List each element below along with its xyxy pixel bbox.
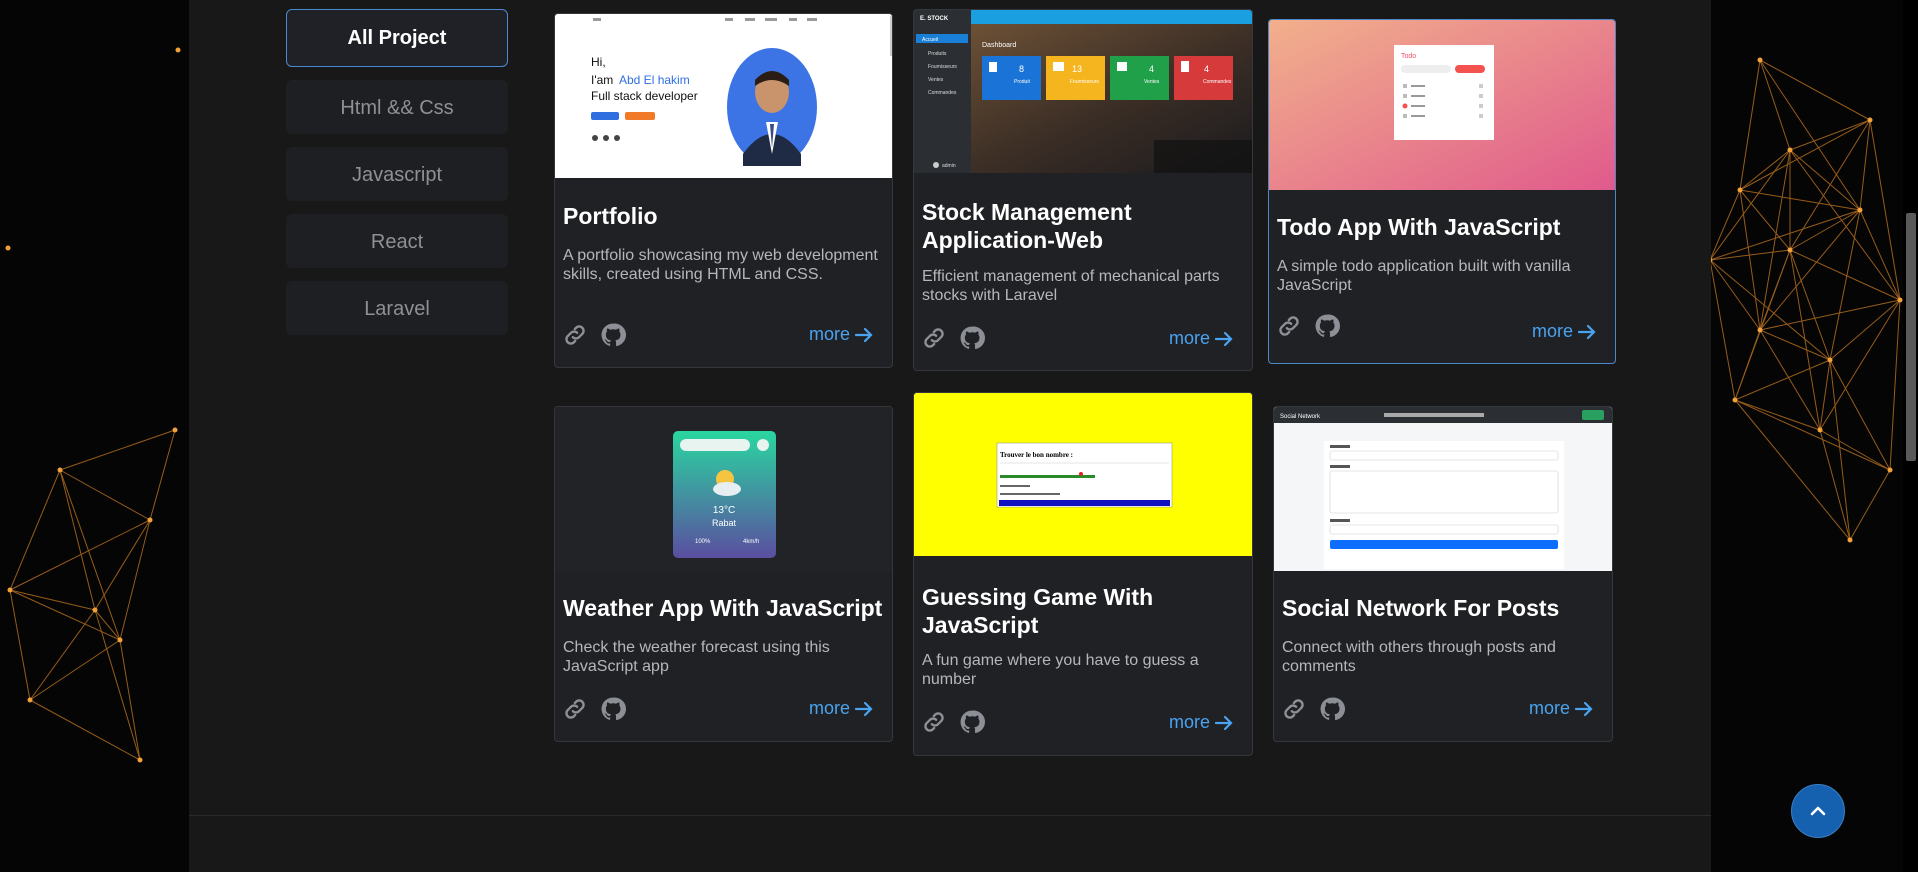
more-label: more (1528, 698, 1570, 718)
project-title: Weather App With JavaScript (563, 595, 883, 621)
github-icon[interactable] (1319, 696, 1345, 722)
link-icon[interactable] (562, 322, 588, 348)
guess-heading: Trouver le bon nombre : (1000, 451, 1073, 459)
social-brand: Social Network (1280, 414, 1321, 420)
svg-text:admin: admin (942, 163, 956, 169)
weather-temp: 13°C (713, 505, 735, 516)
scrollbar-thumb[interactable] (1906, 213, 1916, 461)
arrow-right-icon (854, 701, 873, 716)
link-icon[interactable] (562, 696, 588, 722)
project-filters: All Project Html && Css Javascript React… (286, 9, 508, 348)
arrow-right-icon (854, 327, 873, 342)
todo-heading: Todo (1401, 53, 1416, 60)
project-links (562, 322, 626, 348)
more-link[interactable]: more (1169, 328, 1234, 349)
section-divider (189, 815, 1711, 816)
svg-text:8: 8 (1019, 64, 1024, 74)
project-links (921, 709, 985, 735)
svg-text:Commandes: Commandes (928, 90, 957, 96)
more-link[interactable]: more (809, 698, 874, 719)
project-description: Efficient management of mechanical parts… (922, 268, 1220, 304)
link-icon[interactable] (921, 325, 947, 351)
project-title: Todo App With JavaScript (1277, 214, 1561, 240)
svg-text:4: 4 (1149, 64, 1154, 74)
link-icon[interactable] (1281, 696, 1307, 722)
weather-city: Rabat (712, 518, 737, 528)
svg-text:4: 4 (1204, 64, 1209, 74)
svg-text:Produits: Produits (928, 51, 947, 57)
portfolio-name: Abd El hakim (619, 73, 690, 87)
project-description: Check the weather forecast using this Ja… (563, 639, 830, 675)
project-title: Guessing Game With JavaScript (922, 584, 1154, 638)
more-label: more (1531, 321, 1573, 341)
github-icon[interactable] (600, 696, 626, 722)
arrow-right-icon (1214, 715, 1233, 730)
filter-laravel[interactable]: Laravel (286, 281, 508, 335)
project-card: E. STOCK Accueil Produits Fournisseurs V… (913, 9, 1253, 371)
project-thumbnail-social[interactable]: Social Network (1274, 407, 1612, 571)
filter-html-css[interactable]: Html && Css (286, 80, 508, 134)
svg-text:Produit: Produit (1014, 79, 1030, 85)
project-title: Portfolio (563, 203, 658, 229)
svg-text:Commandes: Commandes (1203, 79, 1232, 85)
stock-brand: E. STOCK (920, 16, 949, 22)
svg-text:Fournisseurs: Fournisseurs (928, 64, 957, 70)
svg-text:13: 13 (1072, 64, 1082, 74)
github-icon[interactable] (600, 322, 626, 348)
project-title: Social Network For Posts (1282, 595, 1560, 621)
project-card: 13°C Rabat 100% 4km/h Weather App With J… (554, 406, 893, 742)
project-thumbnail-guess[interactable]: Trouver le bon nombre : (914, 393, 1252, 556)
project-title: Stock Management Application-Web (922, 199, 1132, 253)
portfolio-greeting: Hi, (591, 55, 606, 69)
more-label: more (1168, 712, 1210, 732)
filter-all-project[interactable]: All Project (286, 9, 508, 67)
project-links (1281, 696, 1345, 722)
github-icon[interactable] (1314, 313, 1340, 339)
project-links (921, 325, 985, 351)
portfolio-intro: I'am (591, 73, 613, 87)
github-icon[interactable] (959, 709, 985, 735)
svg-text:100%: 100% (695, 539, 711, 545)
arrow-right-icon (1577, 324, 1596, 339)
more-label: more (808, 324, 850, 344)
filter-react[interactable]: React (286, 214, 508, 268)
portfolio-role: Full stack developer (591, 89, 698, 103)
project-thumbnail-stock[interactable]: E. STOCK Accueil Produits Fournisseurs V… (914, 10, 1252, 173)
svg-text:Accueil: Accueil (922, 37, 938, 43)
link-icon[interactable] (1276, 313, 1302, 339)
svg-text:4km/h: 4km/h (743, 539, 759, 545)
svg-text:Dashboard: Dashboard (982, 42, 1016, 49)
github-icon[interactable] (959, 325, 985, 351)
project-description: A simple todo application built with van… (1277, 258, 1571, 294)
svg-text:Ventes: Ventes (928, 77, 944, 83)
more-link[interactable]: more (1529, 698, 1594, 719)
more-link[interactable]: more (1532, 321, 1597, 342)
filter-javascript[interactable]: Javascript (286, 147, 508, 201)
more-label: more (1168, 328, 1210, 348)
project-description: A fun game where you have to guess a num… (922, 652, 1199, 688)
chevron-up-icon (1810, 806, 1826, 816)
project-links (1276, 313, 1340, 339)
project-card: Social Network Social Network For Posts … (1273, 406, 1613, 742)
project-description: Connect with others through posts and co… (1282, 639, 1556, 675)
arrow-right-icon (1214, 331, 1233, 346)
project-thumbnail-portfolio[interactable]: Hi, I'am Abd El hakim Full stack develop… (555, 14, 892, 178)
more-link[interactable]: more (809, 324, 874, 345)
project-card: Hi, I'am Abd El hakim Full stack develop… (554, 13, 893, 368)
project-card: Todo Todo App With JavaScript A simple t… (1268, 19, 1616, 364)
more-link[interactable]: more (1169, 712, 1234, 733)
arrow-right-icon (1574, 701, 1593, 716)
link-icon[interactable] (921, 709, 947, 735)
project-card: Trouver le bon nombre : Guessing Game Wi… (913, 392, 1253, 756)
project-links (562, 696, 626, 722)
project-description: A portfolio showcasing my web developmen… (563, 247, 878, 283)
svg-text:Fournisseurs: Fournisseurs (1070, 79, 1099, 85)
svg-text:Ventes: Ventes (1144, 79, 1160, 85)
project-thumbnail-todo[interactable]: Todo (1269, 20, 1615, 190)
project-thumbnail-weather[interactable]: 13°C Rabat 100% 4km/h (555, 407, 892, 571)
scroll-to-top-button[interactable] (1791, 784, 1845, 838)
more-label: more (808, 698, 850, 718)
